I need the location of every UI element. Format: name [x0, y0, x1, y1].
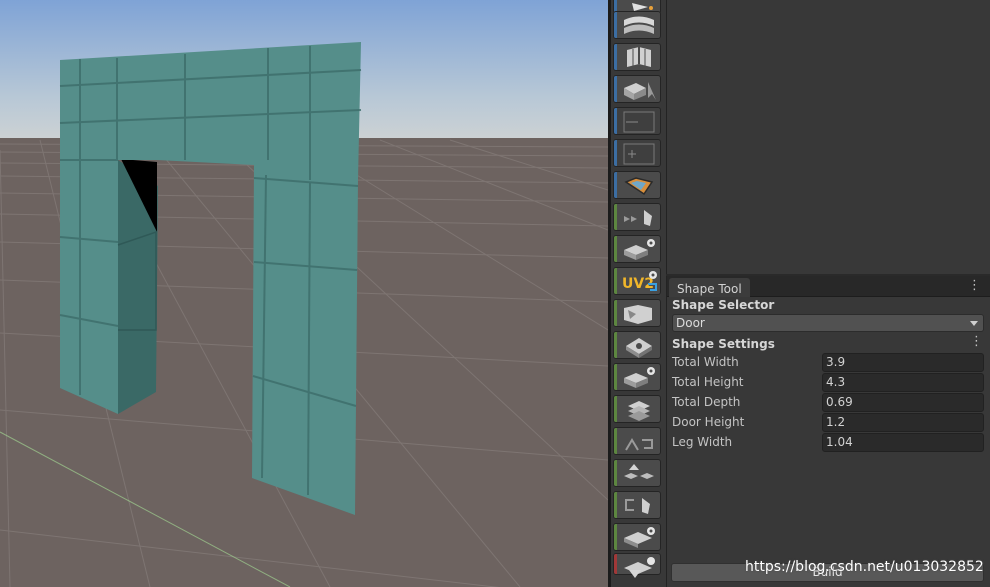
field-row-total-depth: Total Depth 0.69	[667, 393, 990, 413]
total-height-label: Total Height	[672, 375, 744, 389]
tab-bar: Shape Tool ⋮	[667, 276, 990, 297]
select-face-icon	[624, 82, 656, 100]
export-icon	[628, 401, 650, 421]
extrude-settings-button[interactable]	[613, 235, 661, 263]
center-pivot-icon	[626, 338, 652, 358]
vertex-colors-icon	[623, 143, 655, 165]
selected-shape-value: Door	[676, 316, 705, 330]
uv2-settings-button[interactable]: UV2	[613, 267, 661, 295]
scene-viewport[interactable]	[0, 0, 608, 587]
leg-width-label: Leg Width	[672, 435, 733, 449]
material-editor-icon	[627, 47, 651, 67]
uv-editor-icon	[624, 177, 654, 196]
total-width-label: Total Width	[672, 355, 739, 369]
connect-edges-icon	[625, 438, 653, 451]
extrude-settings-icon	[624, 239, 655, 260]
material-editor-button[interactable]	[613, 43, 661, 71]
flip-normals-icon	[624, 305, 652, 324]
tab-shape-tool[interactable]: Shape Tool	[669, 278, 750, 297]
poly-shape-icon	[624, 16, 654, 34]
export-button[interactable]	[613, 395, 661, 423]
select-face-button[interactable]	[613, 75, 661, 103]
settings-menu-icon[interactable]: ⋮	[970, 334, 983, 349]
field-row-total-width: Total Width 3.9	[667, 353, 990, 373]
center-pivot-button[interactable]	[613, 331, 661, 359]
door-height-input[interactable]: 1.2	[822, 413, 984, 432]
uv-editor-button[interactable]	[613, 171, 661, 199]
shape-tool-panel: Shape Tool ⋮ Shape Selector Door Shape S…	[666, 276, 990, 587]
door-height-label: Door Height	[672, 415, 745, 429]
shape-selector-dropdown[interactable]: Door	[672, 314, 984, 332]
total-depth-label: Total Depth	[672, 395, 741, 409]
field-row-total-height: Total Height 4.3	[667, 373, 990, 393]
toolbar-scroll-down-icon[interactable]	[629, 570, 641, 578]
total-depth-input[interactable]: 0.69	[822, 393, 984, 412]
bridge-edges-icon	[625, 498, 650, 514]
merge-faces-icon	[624, 210, 652, 226]
watermark-text: https://blog.csdn.net/u013032852	[745, 559, 984, 575]
probuilder-toolbar: UV2	[611, 0, 666, 587]
connect-edges-button[interactable]	[613, 427, 661, 455]
merge-faces-button[interactable]	[613, 203, 661, 231]
detach-faces-icon	[624, 464, 654, 479]
conform-normals-icon	[624, 367, 655, 388]
smoothing-groups-button[interactable]	[613, 107, 661, 135]
smoothing-groups-icon	[623, 111, 655, 133]
field-row-door-height: Door Height 1.2	[667, 413, 990, 433]
flip-normals-button[interactable]	[613, 299, 661, 327]
poly-shape-button[interactable]	[613, 11, 661, 39]
chevron-down-icon	[970, 321, 978, 326]
conform-normals-button[interactable]	[613, 363, 661, 391]
uv2-settings-icon: UV2	[622, 271, 657, 292]
subdivide-settings-icon	[624, 527, 655, 548]
scene-canvas[interactable]	[0, 0, 608, 587]
shape-settings-label: Shape Settings	[672, 337, 775, 351]
field-row-leg-width: Leg Width 1.04	[667, 433, 990, 453]
total-height-input[interactable]: 4.3	[822, 373, 984, 392]
bridge-edges-button[interactable]	[613, 491, 661, 519]
shape-selector-label: Shape Selector	[672, 298, 775, 312]
detach-faces-button[interactable]	[613, 459, 661, 487]
subdivide-settings-button[interactable]	[613, 523, 661, 551]
empty-editor-panel	[666, 0, 990, 274]
leg-width-input[interactable]: 1.04	[822, 433, 984, 452]
vertex-colors-button[interactable]	[613, 139, 661, 167]
tab-menu-icon[interactable]: ⋮	[968, 277, 981, 295]
total-width-input[interactable]: 3.9	[822, 353, 984, 372]
